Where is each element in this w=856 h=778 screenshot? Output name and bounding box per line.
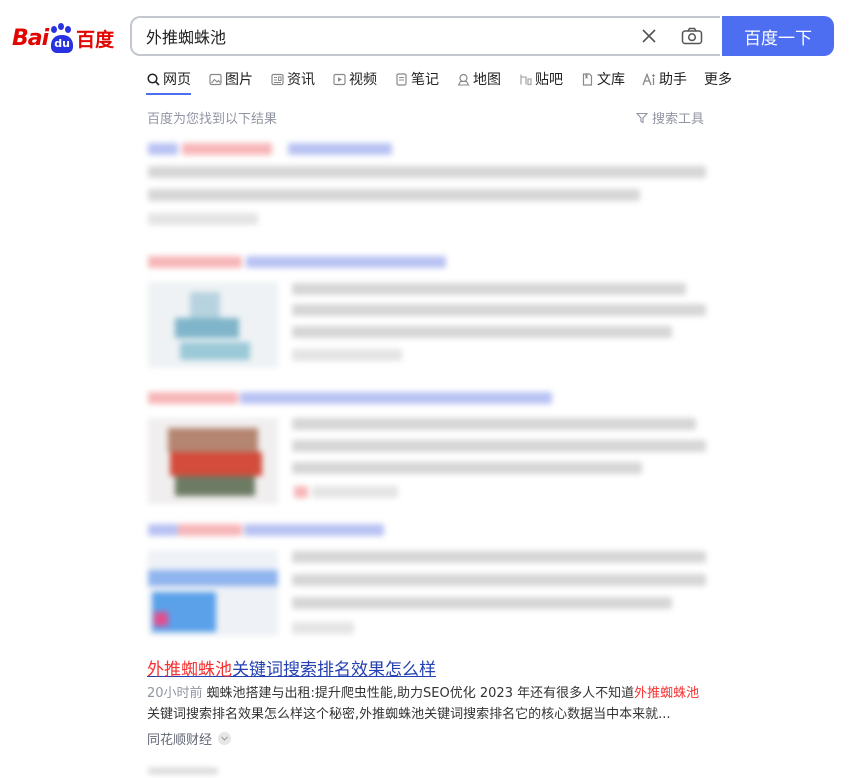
blurred-results: [0, 0, 856, 650]
snippet-text-b: 关键词搜索排名效果怎么样这个秘密,外推蜘蛛池关键词搜索排名它的核心数据当中本来就…: [147, 707, 671, 722]
result-source-name: 同花顺财经: [147, 733, 213, 748]
result-title-text: 关键词搜索排名效果怎么样: [232, 660, 436, 680]
chevron-down-icon[interactable]: [218, 732, 232, 745]
snippet-text-a: 蜘蛛池搭建与出租:提升爬虫性能,助力SEO优化 2023 年还有很多人不知道: [206, 686, 635, 701]
result-snippet: 20小时前 蜘蛛池搭建与出租:提升爬虫性能,助力SEO优化 2023 年还有很多人…: [147, 683, 707, 725]
result-title-link[interactable]: 外推蜘蛛池关键词搜索排名效果怎么样: [147, 655, 436, 680]
next-result-peek: [148, 768, 218, 778]
snippet-highlight: 外推蜘蛛池: [634, 686, 700, 701]
result-source[interactable]: 同花顺财经: [147, 729, 232, 748]
result-time: 20小时前: [147, 686, 203, 701]
result-title-highlight: 外推蜘蛛池: [147, 660, 232, 680]
